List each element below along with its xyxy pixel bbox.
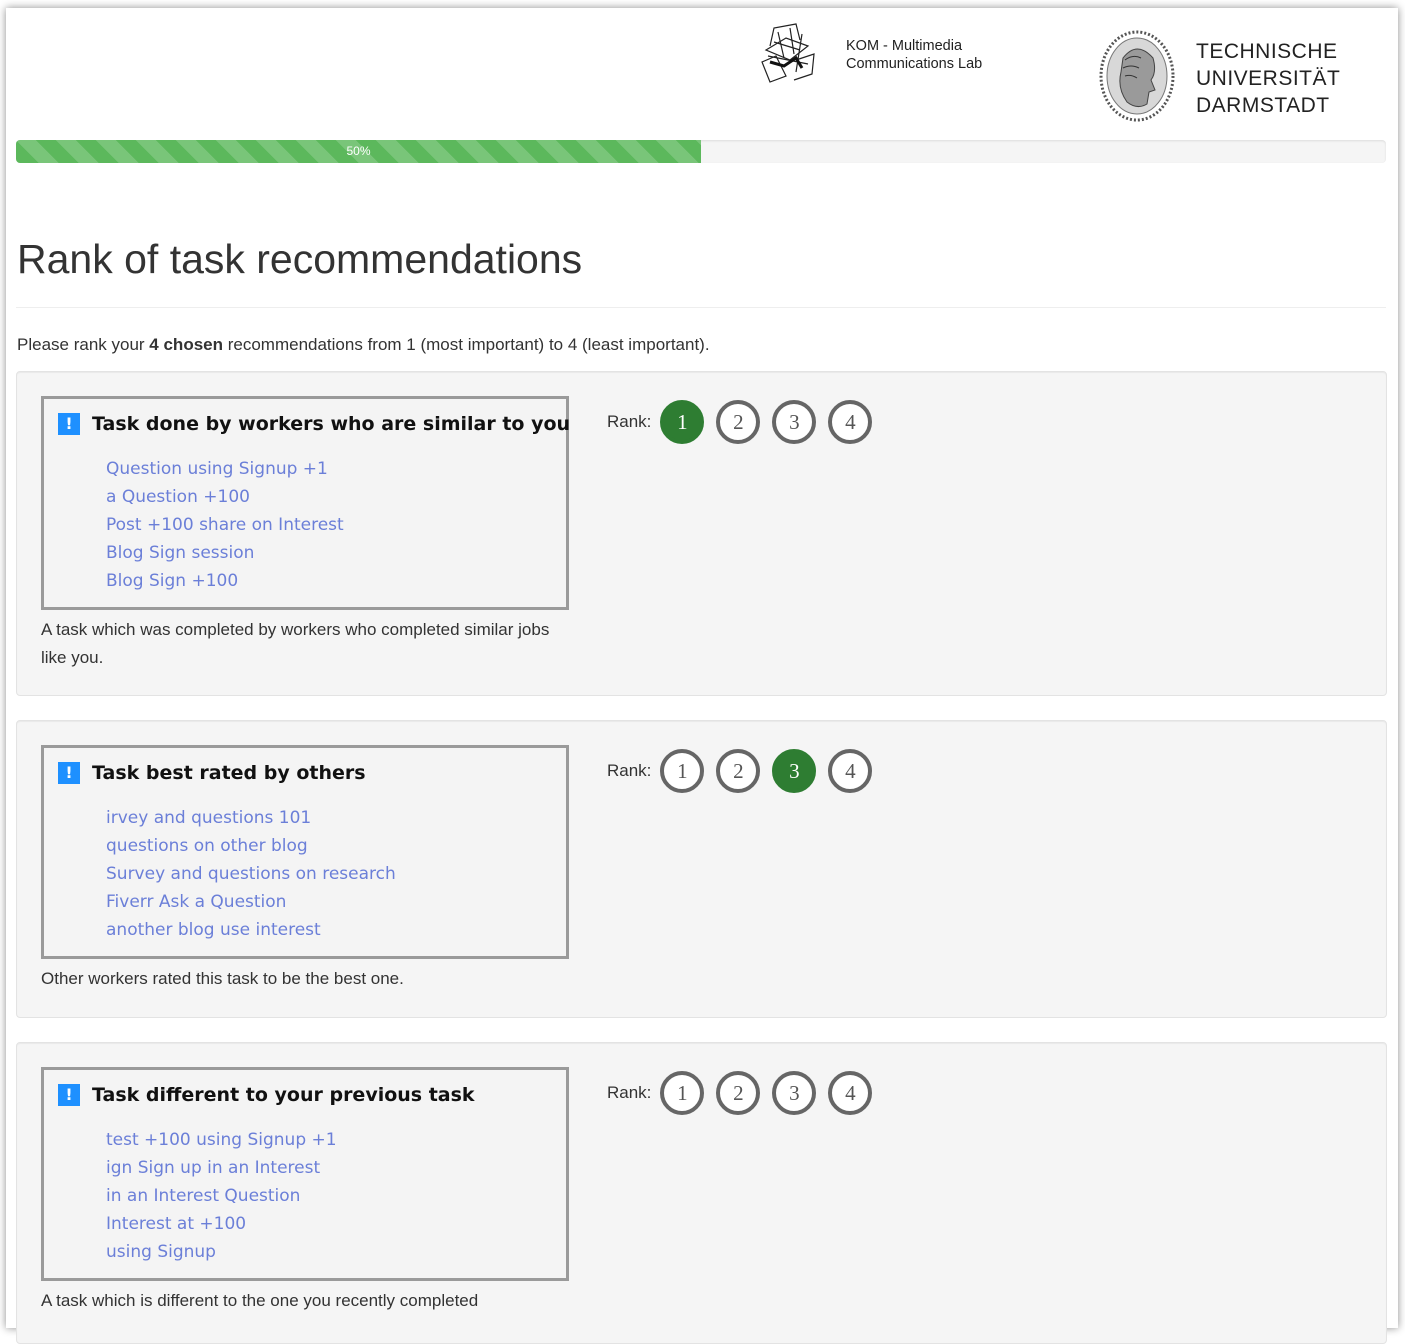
intro-text: Please rank your [17,335,150,354]
intro-text-end: recommendations from 1 (most important) … [223,335,710,354]
recommendation-description: A task which is different to the one you… [41,1291,479,1310]
recommendation-description: Other workers rated this task to be the … [41,969,404,988]
task-line: in an Interest Question [106,1186,301,1206]
rank-option-2[interactable]: 2 [716,400,761,444]
rank-option-1[interactable]: 1 [660,400,705,444]
recommendation-preview: ! Task done by workers who are similar t… [41,396,571,610]
exclamation-icon: ! [58,1084,80,1106]
task-line: another blog use interest [106,920,321,940]
task-line: irvey and questions 101 [106,808,312,828]
recommendation-tasks: irvey and questions 101 questions on oth… [106,804,396,944]
task-line: questions on other blog [106,836,308,856]
title-divider [16,307,1386,308]
rank-selector: Rank: 1 2 3 4 [607,749,884,793]
rank-selector: Rank: 1 2 3 4 [607,1071,884,1115]
recommendation-preview: ! Task different to your previous task t… [41,1067,569,1281]
rank-label: Rank: [607,761,652,780]
task-line: Post +100 share on Interest [106,515,344,535]
task-line: using Signup [106,1242,216,1262]
rank-option-2[interactable]: 2 [716,749,761,793]
kom-lab-line-2: Communications Lab [846,56,983,72]
recommendation-preview: ! Task best rated by others irvey and qu… [41,745,569,959]
kom-lab-name: KOM - Multimedia Communications Lab [846,37,982,73]
rank-label: Rank: [607,1083,652,1102]
instructions: Please rank your 4 chosen recommendation… [17,335,710,355]
tu-line-2: UNIVERSITÄT [1196,67,1341,90]
exclamation-icon: ! [58,413,80,435]
recommendation-tasks: test +100 using Signup +1 ign Sign up in… [106,1126,337,1266]
task-line: Survey and questions on research [106,864,396,884]
recommendation-title: Task different to your previous task [92,1084,475,1106]
tu-darmstadt-name: TECHNISCHE UNIVERSITÄT DARMSTADT [1196,38,1340,119]
recommendation-tasks: Question using Signup +1 a Question +100… [106,455,344,595]
rank-label: Rank: [607,412,652,431]
task-line: a Question +100 [106,487,250,507]
recommendation-title: Task done by workers who are similar to … [92,413,571,435]
task-line: Blog Sign +100 [106,571,239,591]
tu-darmstadt-seal [1099,30,1175,122]
rank-option-3[interactable]: 3 [772,400,817,444]
recommendation-description: A task which was completed by workers wh… [41,620,550,667]
task-line: Interest at +100 [106,1214,247,1234]
task-line: ign Sign up in an Interest [106,1158,321,1178]
rank-selector: Rank: 1 2 3 4 [607,400,884,444]
rank-option-4[interactable]: 4 [828,1071,873,1115]
task-line: Fiverr Ask a Question [106,892,287,912]
kom-logo [761,23,815,83]
rank-option-4[interactable]: 4 [828,400,873,444]
recommendation-card: ! Task different to your previous task t… [16,1042,1387,1344]
recommendation-card: ! Task done by workers who are similar t… [16,371,1387,696]
rank-option-1[interactable]: 1 [660,1071,705,1115]
rank-option-1[interactable]: 1 [660,749,705,793]
recommendation-card: ! Task best rated by others irvey and qu… [16,720,1387,1018]
exclamation-icon: ! [58,762,80,784]
rank-option-2[interactable]: 2 [716,1071,761,1115]
progress-bar: 50% [16,140,1386,163]
rank-option-3[interactable]: 3 [772,749,817,793]
kom-lab-line-1: KOM - Multimedia [846,38,963,54]
progress-fill: 50% [16,140,701,163]
intro-bold: 4 chosen [149,335,223,354]
task-line: Question using Signup +1 [106,459,328,479]
recommendation-title: Task best rated by others [92,762,366,784]
task-line: Blog Sign session [106,543,255,563]
tu-line-3: DARMSTADT [1196,94,1330,117]
rank-option-4[interactable]: 4 [828,749,873,793]
rank-option-3[interactable]: 3 [772,1071,817,1115]
page-title: Rank of task recommendations [17,236,583,282]
task-line: test +100 using Signup +1 [106,1130,337,1150]
tu-line-1: TECHNISCHE [1196,40,1338,63]
